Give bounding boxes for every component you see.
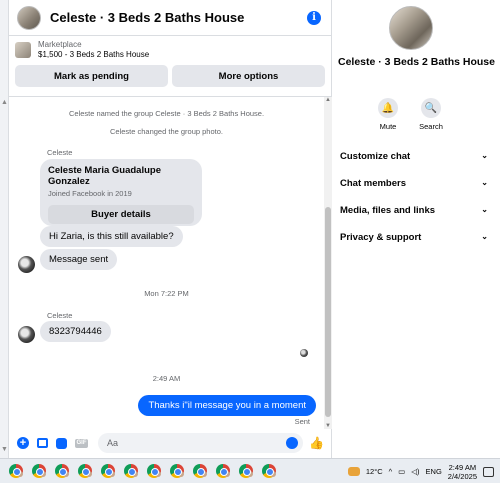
chrome-icon[interactable] [239, 464, 253, 478]
marketplace-listing[interactable]: Marketplace $1,500 - 3 Beds 2 Baths Hous… [9, 36, 331, 64]
listing-title: $1,500 - 3 Beds 2 Baths House [38, 50, 150, 59]
chat-details-panel: Celeste · 3 Beds 2 Baths House 🔔 Mute 🔍 … [333, 0, 500, 458]
chevron-down-icon: ⌄ [481, 178, 488, 187]
listing-thumbnail [15, 42, 31, 58]
scrollbar[interactable]: ▲ ▼ [324, 97, 332, 429]
scroll-down-icon[interactable]: ▼ [1, 446, 8, 453]
chrome-icon[interactable] [216, 464, 230, 478]
mute-label: Mute [379, 122, 397, 131]
menu-label: Media, files and links [340, 205, 436, 216]
more-options-button[interactable]: More options [172, 65, 325, 87]
read-receipt-avatar [300, 349, 308, 357]
photo-icon[interactable] [37, 438, 48, 448]
chrome-icon[interactable] [262, 464, 276, 478]
buyer-profile-card: Celeste Maria Guadalupe Gonzalez Joined … [40, 159, 202, 226]
system-tray: 12°C ^ ▭ ◁) ENG 2:49 AM 2/4/2025 [347, 459, 494, 484]
outgoing-message-bubble[interactable]: Thanks i"il message you in a moment [138, 395, 316, 416]
chrome-icon[interactable] [55, 464, 69, 478]
message-input[interactable]: Aa [98, 433, 304, 453]
avatar[interactable] [18, 256, 35, 273]
chrome-icon[interactable] [101, 464, 115, 478]
buyer-name: Celeste Maria Guadalupe Gonzalez [48, 165, 161, 187]
chat-title[interactable]: Celeste · 3 Beds 2 Baths House [50, 10, 307, 25]
chat-header: Celeste · 3 Beds 2 Baths House i [9, 0, 331, 36]
chevron-down-icon: ⌄ [481, 205, 488, 214]
chrome-icon[interactable] [9, 464, 23, 478]
message-list[interactable]: Celeste named the group Celeste · 3 Beds… [9, 96, 332, 429]
messenger-window: ▲ ▼ Celeste · 3 Beds 2 Baths House i Mar… [0, 0, 500, 458]
weather-icon[interactable] [347, 467, 360, 476]
buyer-joined: Joined Facebook in 2019 [48, 189, 132, 198]
timestamp: Mon 7:22 PM [144, 289, 189, 298]
chrome-icon[interactable] [170, 464, 184, 478]
left-scroll-edge[interactable]: ▲ ▼ [0, 0, 9, 458]
gif-icon[interactable]: GIF [75, 438, 88, 448]
search-icon: 🔍 [421, 98, 441, 118]
chrome-icon[interactable] [78, 464, 92, 478]
group-photo[interactable] [389, 6, 433, 50]
language-indicator[interactable]: ENG [426, 467, 442, 476]
clock-date: 2/4/2025 [447, 471, 477, 481]
composer: + GIF Aa 👍 [9, 428, 332, 458]
message-input-placeholder: Aa [107, 438, 119, 448]
plus-icon[interactable]: + [17, 437, 29, 449]
group-title: Celeste · 3 Beds 2 Baths House [338, 56, 495, 68]
scrollbar-thumb[interactable] [325, 207, 331, 417]
chevron-down-icon: ⌄ [481, 232, 488, 241]
message-bubble[interactable]: Hi Zaria, is this still available? [40, 226, 183, 247]
sent-status: Sent [294, 417, 310, 426]
sender-name: Celeste [47, 311, 73, 320]
menu-label: Privacy & support [340, 232, 422, 243]
menu-label: Customize chat [340, 151, 411, 162]
chevron-down-icon: ⌄ [481, 151, 488, 160]
buyer-details-button[interactable]: Buyer details [48, 205, 194, 224]
search-button[interactable]: 🔍 Search [411, 98, 451, 131]
search-label: Search [419, 122, 443, 131]
speaker-icon[interactable]: ◁) [411, 467, 419, 476]
marketplace-label: Marketplace [38, 40, 82, 49]
menu-media-files-links[interactable]: Media, files and links ⌄ [340, 205, 488, 216]
message-bubble[interactable]: 8323794446 [40, 321, 111, 342]
avatar[interactable] [18, 326, 35, 343]
menu-customize-chat[interactable]: Customize chat ⌄ [340, 151, 488, 162]
bell-icon: 🔔 [378, 98, 398, 118]
chevron-up-icon[interactable]: ^ [389, 467, 393, 476]
network-icon[interactable]: ▭ [398, 467, 405, 476]
mark-as-pending-button[interactable]: Mark as pending [15, 65, 168, 87]
chrome-icon[interactable] [147, 464, 161, 478]
notification-icon[interactable] [483, 466, 494, 477]
emoji-icon[interactable] [286, 437, 299, 449]
windows-taskbar: 12°C ^ ▭ ◁) ENG 2:49 AM 2/4/2025 [0, 458, 500, 483]
thumbs-up-icon[interactable]: 👍 [309, 436, 324, 450]
system-message: Celeste changed the group photo. [109, 127, 223, 136]
sender-name: Celeste [47, 148, 73, 157]
message-bubble[interactable]: Message sent [40, 249, 118, 270]
chrome-icon[interactable] [124, 464, 138, 478]
sticker-icon[interactable] [56, 437, 67, 449]
menu-chat-members[interactable]: Chat members ⌄ [340, 178, 488, 189]
chrome-icon[interactable] [32, 464, 46, 478]
menu-label: Chat members [340, 178, 406, 189]
clock[interactable]: 2:49 AM 2/4/2025 [448, 463, 477, 481]
mute-button[interactable]: 🔔 Mute [368, 98, 408, 131]
temperature[interactable]: 12°C [366, 467, 383, 476]
group-avatar[interactable] [17, 5, 41, 30]
scroll-up-icon[interactable]: ▲ [1, 99, 8, 106]
chrome-icon[interactable] [193, 464, 207, 478]
chat-pane: Celeste · 3 Beds 2 Baths House i Marketp… [9, 0, 332, 458]
info-icon[interactable]: i [307, 10, 321, 25]
clock-time: 2:49 AM [448, 462, 477, 472]
timestamp: 2:49 AM [152, 374, 181, 383]
scroll-up-icon[interactable]: ▲ [325, 97, 331, 103]
system-message: Celeste named the group Celeste · 3 Beds… [68, 109, 265, 118]
menu-privacy-support[interactable]: Privacy & support ⌄ [340, 232, 488, 243]
